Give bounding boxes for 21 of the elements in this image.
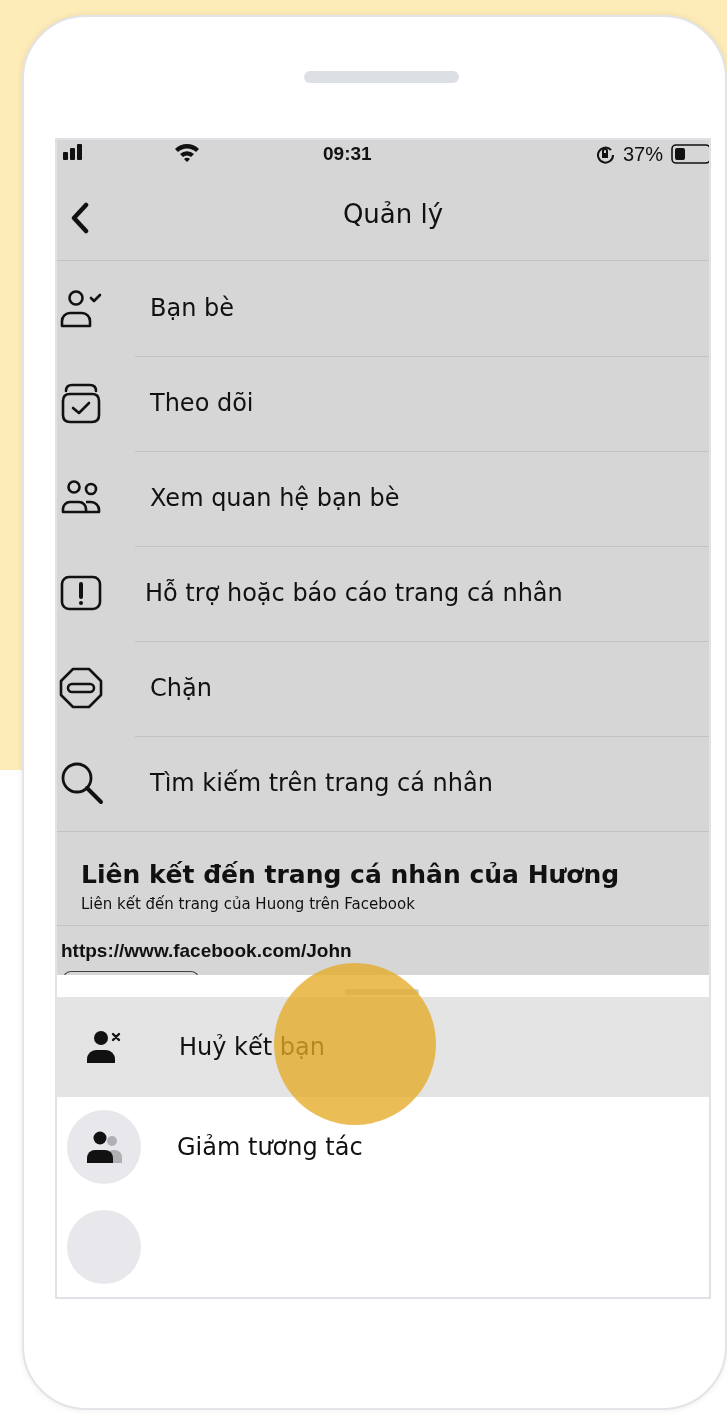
menu-item[interactable]: Xem quan hệ bạn bè <box>57 450 709 546</box>
menu-item[interactable]: Tìm kiếm trên trang cá nhân <box>57 735 709 831</box>
sheet-option[interactable]: Giảm tương tác <box>57 1097 709 1197</box>
profile-url: https://www.facebook.com/John <box>60 938 353 963</box>
section-title: Liên kết đến trang cá nhân của Hương <box>81 859 621 889</box>
section-subtitle: Liên kết đến trang của Huong trên Facebook <box>81 894 416 913</box>
menu-item[interactable]: Theo dõi <box>57 355 709 451</box>
block-icon <box>59 666 103 711</box>
search-icon <box>59 760 105 807</box>
signal-icon <box>63 144 85 160</box>
battery-icon <box>671 144 709 164</box>
menu-item[interactable]: Bạn bè <box>57 260 709 356</box>
wifi-icon <box>173 141 201 162</box>
battery-percent: 37% <box>622 142 663 166</box>
check-box-icon <box>59 381 103 426</box>
rotation-lock-icon <box>594 144 615 164</box>
back-icon[interactable] <box>69 202 91 234</box>
menu-item[interactable]: Hỗ trợ hoặc báo cáo trang cá nhân <box>57 545 709 641</box>
menu-item[interactable]: Chặn <box>57 640 709 736</box>
screen-title: Quản lý <box>342 198 444 229</box>
status-time: 09:31 <box>323 143 372 164</box>
